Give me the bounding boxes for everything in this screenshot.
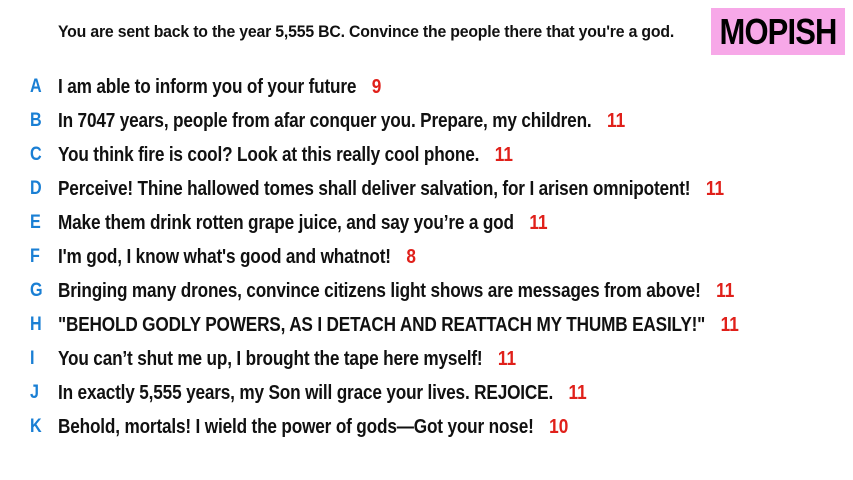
answer-score: 10	[549, 415, 569, 438]
answer-score: 9	[371, 75, 382, 98]
answer-text: "BEHOLD GODLY POWERS, AS I DETACH AND RE…	[58, 313, 706, 336]
answer-row-d: D Perceive! Thine hallowed tomes shall d…	[0, 172, 853, 206]
answer-text: Behold, mortals! I wield the power of go…	[58, 415, 534, 438]
answer-letter: A	[30, 76, 42, 97]
answer-row-h: H "BEHOLD GODLY POWERS, AS I DETACH AND …	[0, 308, 853, 342]
answer-text: I'm god, I know what's good and whatnot!	[58, 245, 391, 268]
answer-letter: B	[30, 110, 42, 131]
category-badge: MOPISH	[711, 8, 845, 55]
answer-row-a: A I am able to inform you of your future…	[0, 70, 853, 104]
answer-letter: C	[30, 144, 42, 165]
answer-text: I am able to inform you of your future	[58, 75, 357, 98]
answer-score: 11	[716, 279, 735, 302]
answer-letter: H	[30, 314, 42, 335]
answer-row-b: B In 7047 years, people from afar conque…	[0, 104, 853, 138]
answer-score: 11	[607, 109, 626, 132]
answer-letter: K	[30, 416, 42, 437]
answer-row-k: K Behold, mortals! I wield the power of …	[0, 410, 853, 444]
answer-text: In exactly 5,555 years, my Son will grac…	[58, 381, 554, 404]
answer-text: Bringing many drones, convince citizens …	[58, 279, 701, 302]
answer-letter: G	[30, 280, 43, 301]
answer-text: Perceive! Thine hallowed tomes shall del…	[58, 177, 691, 200]
answer-list: A I am able to inform you of your future…	[0, 70, 853, 444]
answer-text: Make them drink rotten grape juice, and …	[58, 211, 514, 234]
answer-row-i: I You can’t shut me up, I brought the ta…	[0, 342, 853, 376]
answer-score: 11	[529, 211, 548, 234]
answer-score: 11	[720, 313, 739, 336]
answer-text: You can’t shut me up, I brought the tape…	[58, 347, 483, 370]
answer-row-e: E Make them drink rotten grape juice, an…	[0, 206, 853, 240]
answer-score: 11	[494, 143, 513, 166]
answer-letter: J	[30, 382, 39, 403]
answer-letter: I	[30, 348, 35, 369]
answer-letter: D	[30, 178, 42, 199]
answer-score: 11	[568, 381, 587, 404]
prompt-text: You are sent back to the year 5,555 BC. …	[58, 22, 675, 41]
answer-letter: F	[30, 246, 40, 267]
badge-label: MOPISH	[719, 10, 838, 52]
answer-text: You think fire is cool? Look at this rea…	[58, 143, 480, 166]
answer-row-c: C You think fire is cool? Look at this r…	[0, 138, 853, 172]
answer-row-g: G Bringing many drones, convince citizen…	[0, 274, 853, 308]
answer-score: 11	[705, 177, 725, 200]
answer-score: 11	[497, 347, 517, 370]
answer-text: In 7047 years, people from afar conquer …	[58, 109, 592, 132]
answer-row-j: J In exactly 5,555 years, my Son will gr…	[0, 376, 853, 410]
answer-row-f: F I'm god, I know what's good and whatno…	[0, 240, 853, 274]
answer-letter: E	[30, 212, 41, 233]
answer-score: 8	[406, 245, 416, 268]
